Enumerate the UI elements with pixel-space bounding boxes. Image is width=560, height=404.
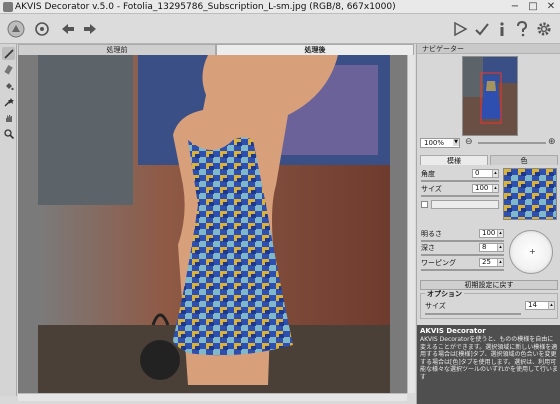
spin-icon[interactable]: ▴ [497,244,503,251]
option-checkbox[interactable] [421,201,428,208]
warping-slider[interactable] [421,269,504,271]
magic-wand-icon[interactable] [2,95,15,108]
size-field[interactable]: 100 ▴ [472,184,499,193]
tab-pattern[interactable]: 模様 [420,155,488,165]
hint-body: AKVIS Decoratorを使うと、ものの模様を自由に変えることができます。… [420,336,558,381]
size-slider[interactable] [421,195,499,197]
brightness-value: 100 [482,229,496,237]
options-size-slider[interactable] [425,313,521,315]
reset-button[interactable]: 初期設定に戻す [420,280,558,290]
close-button[interactable]: ✕ [542,0,560,14]
eraser-icon[interactable] [2,63,15,76]
size-value: 100 [475,184,489,192]
undo-icon[interactable] [56,17,80,41]
tool-palette [0,44,17,396]
options-group: オプション サイズ 14 ▴ [420,290,558,319]
settings-panel: ナビゲーター 100% ▼ ⊖ ⊕ 模様 色 角度 0 ▴ サイズ 100 ▴ [416,44,560,404]
depth-field[interactable]: 8 ▴ [479,243,504,252]
warping-label: ワーピング [421,259,456,267]
angle-value: 0 [475,169,480,177]
light-direction-wheel[interactable]: + [509,230,553,274]
tab-color[interactable]: 色 [490,155,558,165]
help-icon[interactable] [510,17,534,41]
depth-slider[interactable] [421,254,504,256]
angle-slider[interactable] [421,180,499,182]
options-group-title: オプション [425,290,464,298]
angle-label: 角度 [421,170,435,178]
zoom-slider[interactable] [478,142,546,144]
option-field[interactable] [431,200,499,209]
app-logo-icon [3,2,13,12]
tab-before[interactable]: 処理前 [18,44,216,55]
zoom-in-icon[interactable]: ⊕ [548,138,558,148]
vertical-scrollbar[interactable] [407,55,415,393]
zoom-icon[interactable] [2,127,15,140]
akvis-logo-icon [4,17,28,41]
depth-value: 8 [482,243,487,251]
settings-icon[interactable] [532,17,556,41]
hint-title: AKVIS Decorator [420,327,486,335]
title-bar: AKVIS Decorator v.5.0 - Fotolia_13295786… [0,0,560,14]
horizontal-scrollbar[interactable] [18,393,407,401]
main-toolbar [0,14,560,44]
brightness-slider[interactable] [421,240,504,242]
spin-icon[interactable]: ▴ [548,302,554,309]
hand-icon[interactable] [2,111,15,124]
size-label: サイズ [421,185,442,193]
spin-icon[interactable]: ▴ [497,259,503,266]
angle-field[interactable]: 0 ▴ [472,169,499,178]
options-size-field[interactable]: 14 ▴ [525,301,555,310]
view-tabs: 処理前 処理後 [18,44,414,55]
zoom-row: 100% ▼ ⊖ ⊕ [420,138,558,148]
options-size-label: サイズ [425,302,446,310]
brightness-field[interactable]: 100 ▴ [479,229,504,238]
warping-value: 25 [482,258,491,266]
settings-tabs: 模様 色 [420,155,558,165]
options-size-value: 14 [528,301,537,309]
chevron-down-icon: ▼ [453,139,459,146]
photo [38,55,390,393]
fill-icon[interactable] [2,79,15,92]
pattern-swatch[interactable] [503,168,557,220]
spin-icon[interactable]: ▴ [492,170,498,177]
light-source-icon: + [529,247,536,256]
brush-icon[interactable] [2,47,15,60]
hint-panel: AKVIS Decorator AKVIS Decoratorを使うと、ものの模… [417,325,560,404]
open-icon[interactable] [30,17,54,41]
warping-field[interactable]: 25 ▴ [479,258,504,267]
brightness-label: 明るさ [421,230,442,238]
image-canvas[interactable] [18,55,407,393]
maximize-button[interactable]: □ [524,0,542,14]
minimize-button[interactable]: − [506,0,524,14]
navigator-thumbnail[interactable] [462,56,518,136]
tab-after[interactable]: 処理後 [216,44,414,55]
redo-icon[interactable] [78,17,102,41]
navigator-header: ナビゲーター [417,44,560,54]
zoom-out-icon[interactable]: ⊖ [465,138,475,148]
run-icon[interactable] [448,17,472,41]
depth-label: 深さ [421,244,435,252]
spin-icon[interactable]: ▴ [497,230,503,237]
spin-icon[interactable]: ▴ [492,185,498,192]
window-title: AKVIS Decorator v.5.0 - Fotolia_13295786… [15,2,396,12]
